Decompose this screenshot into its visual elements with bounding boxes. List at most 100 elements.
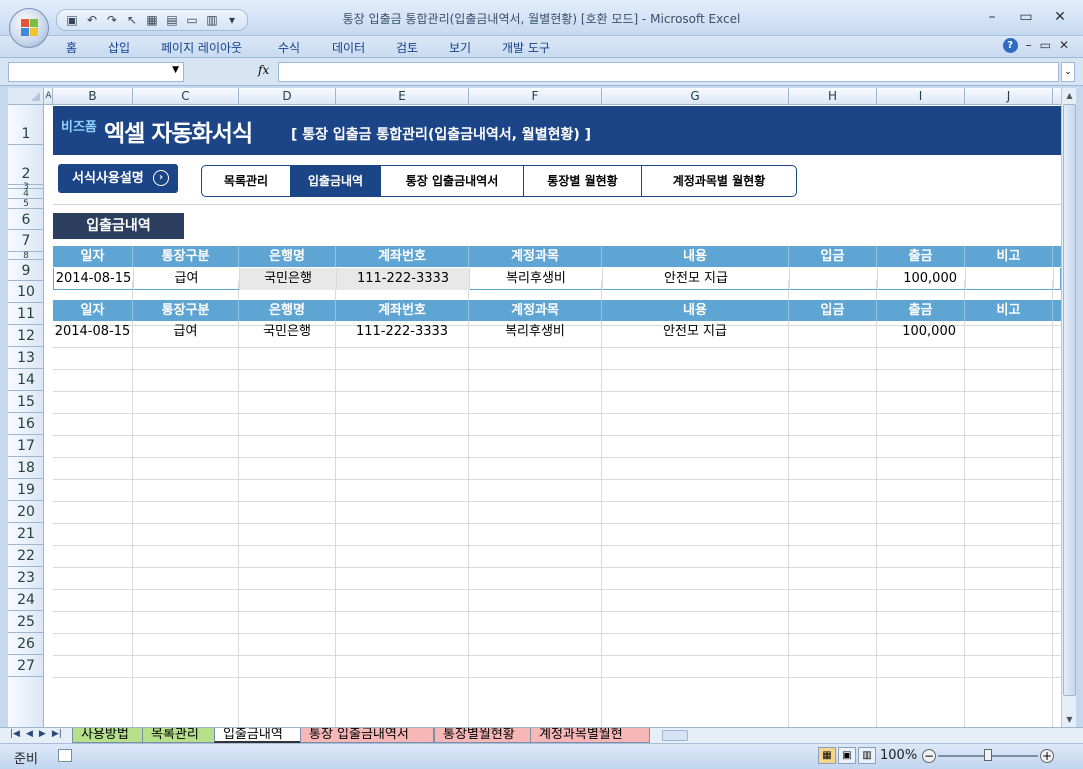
- sheet-tab[interactable]: 사용방법: [72, 728, 144, 743]
- filter-row[interactable]: 2014-08-15 급여 국민은행 111-222-3333 복리후생비 안전모 지급 1…: [53, 268, 1061, 290]
- row-header[interactable]: 26: [8, 633, 44, 655]
- row-header[interactable]: 22: [8, 545, 44, 567]
- column-header-i[interactable]: I: [877, 88, 965, 105]
- column-header-e[interactable]: E: [336, 88, 469, 105]
- sheet-tab[interactable]: 목록관리: [142, 728, 216, 743]
- row-header[interactable]: 27: [8, 655, 44, 677]
- table-cell[interactable]: 복리후생비: [470, 268, 603, 290]
- horizontal-scrollbar[interactable]: [658, 729, 1058, 742]
- table-cell[interactable]: 국민은행: [239, 321, 336, 343]
- column-header-a[interactable]: A: [45, 88, 53, 105]
- ribbon-restore-button[interactable]: ▭: [1040, 38, 1051, 53]
- ribbon-close-button[interactable]: ✕: [1059, 38, 1069, 53]
- tab-insert[interactable]: 삽입: [108, 39, 130, 56]
- zoom-level[interactable]: 100%: [880, 748, 917, 763]
- row-header[interactable]: 24: [8, 589, 44, 611]
- hscroll-thumb[interactable]: [662, 730, 688, 741]
- row-header[interactable]: 21: [8, 523, 44, 545]
- table-cell[interactable]: [965, 321, 1053, 343]
- column-header-j[interactable]: J: [965, 88, 1053, 105]
- row-header[interactable]: 12: [8, 325, 44, 347]
- tab-review[interactable]: 검토: [396, 39, 418, 56]
- row-header[interactable]: 2: [8, 145, 44, 185]
- table-cell[interactable]: 국민은행: [240, 268, 337, 290]
- row-header[interactable]: 18: [8, 457, 44, 479]
- office-button[interactable]: [9, 8, 49, 48]
- name-box[interactable]: ▼: [8, 62, 184, 82]
- chevron-down-icon[interactable]: ▼: [172, 65, 179, 75]
- row-header[interactable]: 25: [8, 611, 44, 633]
- vertical-scrollbar[interactable]: ▲ ▼: [1061, 88, 1076, 727]
- scroll-thumb[interactable]: [1063, 104, 1076, 696]
- next-sheet-icon[interactable]: ▶: [39, 729, 46, 739]
- page-layout-view-icon[interactable]: ▣: [838, 747, 856, 764]
- table-cell[interactable]: [966, 268, 1054, 290]
- table-cell[interactable]: 111-222-3333: [337, 268, 470, 290]
- table-cell[interactable]: 111-222-3333: [336, 321, 469, 343]
- table-cell[interactable]: 2014-08-15: [54, 268, 134, 290]
- table-cell[interactable]: 안전모 지급: [603, 268, 790, 290]
- table-cell[interactable]: 안전모 지급: [602, 321, 789, 343]
- column-header-g[interactable]: G: [602, 88, 789, 105]
- row-header[interactable]: 9: [8, 260, 44, 281]
- restore-button[interactable]: ▭: [1009, 6, 1043, 28]
- table-cell[interactable]: 급여: [134, 268, 240, 290]
- select-all-corner[interactable]: [8, 88, 44, 105]
- first-sheet-icon[interactable]: |◀: [10, 729, 20, 739]
- column-header-h[interactable]: H: [789, 88, 877, 105]
- insert-function-icon[interactable]: fx: [258, 63, 269, 77]
- nav-tab-transactions[interactable]: 입출금내역: [291, 166, 381, 196]
- row-header[interactable]: 16: [8, 413, 44, 435]
- page-break-view-icon[interactable]: ▥: [858, 747, 876, 764]
- column-header-d[interactable]: D: [239, 88, 336, 105]
- nav-tab-account-monthly[interactable]: 통장별 월현황: [524, 166, 642, 196]
- table-cell[interactable]: [789, 321, 877, 343]
- row-header[interactable]: 4: [8, 189, 44, 199]
- row-header[interactable]: 14: [8, 369, 44, 391]
- row-header[interactable]: 17: [8, 435, 44, 457]
- tab-page-layout[interactable]: 페이지 레이아웃: [161, 39, 242, 56]
- row-header[interactable]: 15: [8, 391, 44, 413]
- table-cell[interactable]: 100,000: [878, 268, 966, 290]
- sheet-tab[interactable]: 통장별월현황: [434, 728, 532, 743]
- scroll-down-icon[interactable]: ▼: [1062, 712, 1077, 727]
- minimize-button[interactable]: –: [975, 6, 1009, 28]
- row-header[interactable]: 20: [8, 501, 44, 523]
- ribbon-minimize-button[interactable]: –: [1026, 38, 1032, 53]
- help-icon[interactable]: ?: [1002, 38, 1018, 53]
- table-cell[interactable]: 100,000: [877, 321, 965, 343]
- row-header[interactable]: 23: [8, 567, 44, 589]
- tab-formulas[interactable]: 수식: [278, 39, 300, 56]
- column-header-f[interactable]: F: [469, 88, 602, 105]
- tab-home[interactable]: 홈: [66, 39, 77, 56]
- table-cell[interactable]: 2014-08-15: [53, 321, 133, 343]
- usage-guide-button[interactable]: 서식사용설명 ›: [58, 164, 178, 193]
- tab-developer[interactable]: 개발 도구: [502, 39, 550, 56]
- column-header-c[interactable]: C: [133, 88, 239, 105]
- row-header[interactable]: 8: [8, 252, 44, 261]
- table-cell[interactable]: [790, 268, 878, 290]
- tab-data[interactable]: 데이터: [332, 39, 365, 56]
- row-header[interactable]: 10: [8, 281, 44, 303]
- row-header[interactable]: 6: [8, 209, 44, 230]
- zoom-slider-thumb[interactable]: [984, 749, 992, 761]
- scroll-up-icon[interactable]: ▲: [1062, 88, 1077, 103]
- sheet-tab[interactable]: 계정과목별월현: [530, 728, 650, 743]
- prev-sheet-icon[interactable]: ◀: [26, 729, 33, 739]
- table-row[interactable]: 2014-08-15 급여 국민은행 111-222-3333 복리후생비 안전모 지급 1…: [53, 321, 1061, 343]
- nav-tab-list[interactable]: 목록관리: [202, 166, 291, 196]
- nav-tab-statement[interactable]: 통장 입출금내역서: [381, 166, 524, 196]
- macro-record-icon[interactable]: [58, 749, 72, 762]
- table-cell[interactable]: 급여: [133, 321, 239, 343]
- nav-tab-category-monthly[interactable]: 계정과목별 월현황: [642, 166, 796, 196]
- table-cell[interactable]: 복리후생비: [469, 321, 602, 343]
- row-header[interactable]: 1: [8, 105, 44, 145]
- zoom-in-icon[interactable]: +: [1040, 749, 1054, 763]
- row-header[interactable]: 5: [8, 199, 44, 209]
- column-header-b[interactable]: B: [53, 88, 133, 105]
- row-header[interactable]: 11: [8, 303, 44, 325]
- row-header[interactable]: 7: [8, 230, 44, 252]
- tab-view[interactable]: 보기: [449, 39, 471, 56]
- sheet-tab[interactable]: 통장 입출금내역서: [300, 728, 434, 743]
- row-header[interactable]: 13: [8, 347, 44, 369]
